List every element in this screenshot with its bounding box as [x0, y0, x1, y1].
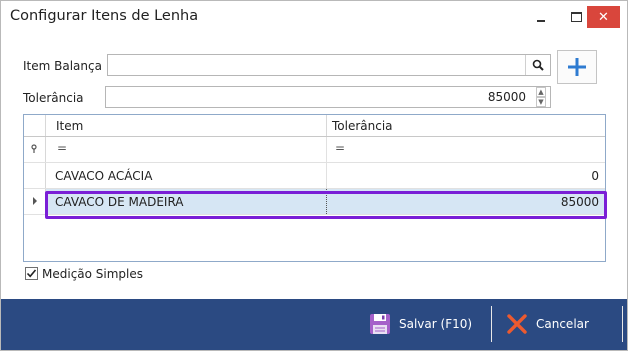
cancel-button-label: Cancelar: [536, 317, 589, 331]
tolerancia-field[interactable]: 85000 ▲ ▼: [105, 86, 551, 108]
floppy-disk-icon: [369, 313, 391, 335]
tolerancia-label: Tolerância: [23, 91, 84, 105]
column-header-tolerancia[interactable]: Tolerância: [332, 119, 393, 133]
spin-up-icon[interactable]: ▲: [536, 87, 546, 97]
medicao-simples-checkbox[interactable]: [25, 267, 38, 280]
save-button[interactable]: Salvar (F10): [369, 306, 492, 342]
window-title: Configurar Itens de Lenha: [10, 8, 199, 24]
pin-icon: [31, 144, 37, 153]
search-button[interactable]: [525, 55, 550, 75]
column-header-item[interactable]: Item: [56, 119, 83, 133]
cell-tolerancia[interactable]: 0: [591, 169, 599, 183]
close-button[interactable]: ✕: [587, 6, 620, 28]
cell-item[interactable]: CAVACO ACÁCIA: [55, 169, 152, 183]
add-item-button[interactable]: [557, 50, 597, 84]
tolerancia-spinner[interactable]: ▲ ▼: [532, 87, 550, 107]
plus-icon: [568, 58, 586, 76]
filter-indicator: [24, 137, 46, 162]
selected-row-highlight: [45, 191, 607, 219]
items-grid: Item Tolerância = = CAVACO ACÁCIA 0 CAVA…: [23, 114, 606, 262]
item-balanca-field[interactable]: [107, 54, 551, 76]
close-icon: ✕: [598, 9, 609, 25]
spin-down-icon[interactable]: ▼: [536, 97, 546, 107]
filter-item-input[interactable]: =: [57, 141, 67, 155]
filter-row: = =: [24, 137, 605, 163]
red-x-icon: [506, 313, 528, 335]
minimize-icon: [537, 20, 545, 22]
grid-header: Item Tolerância: [24, 115, 605, 137]
row-indicator-header: [24, 115, 46, 136]
filter-tolerancia-input[interactable]: =: [335, 141, 345, 155]
row-indicator: [24, 189, 46, 214]
cancel-button[interactable]: Cancelar: [506, 306, 623, 342]
search-icon: [532, 59, 544, 71]
row-indicator: [24, 163, 46, 188]
checkmark-icon: [26, 269, 37, 278]
save-button-label: Salvar (F10): [399, 317, 473, 331]
medicao-simples-label[interactable]: Medição Simples: [42, 267, 143, 281]
table-row[interactable]: CAVACO ACÁCIA 0: [24, 163, 605, 189]
maximize-icon: [570, 12, 582, 22]
footer-toolbar: Salvar (F10) Cancelar: [1, 299, 627, 350]
title-bar[interactable]: Configurar Itens de Lenha ✕: [1, 1, 627, 33]
tolerancia-value: 85000: [487, 90, 526, 104]
dialog-window: Configurar Itens de Lenha ✕ Item Balança…: [0, 0, 628, 351]
item-balanca-label: Item Balança: [23, 59, 102, 73]
current-row-arrow-icon: [33, 197, 37, 205]
minimize-button[interactable]: [526, 6, 556, 28]
